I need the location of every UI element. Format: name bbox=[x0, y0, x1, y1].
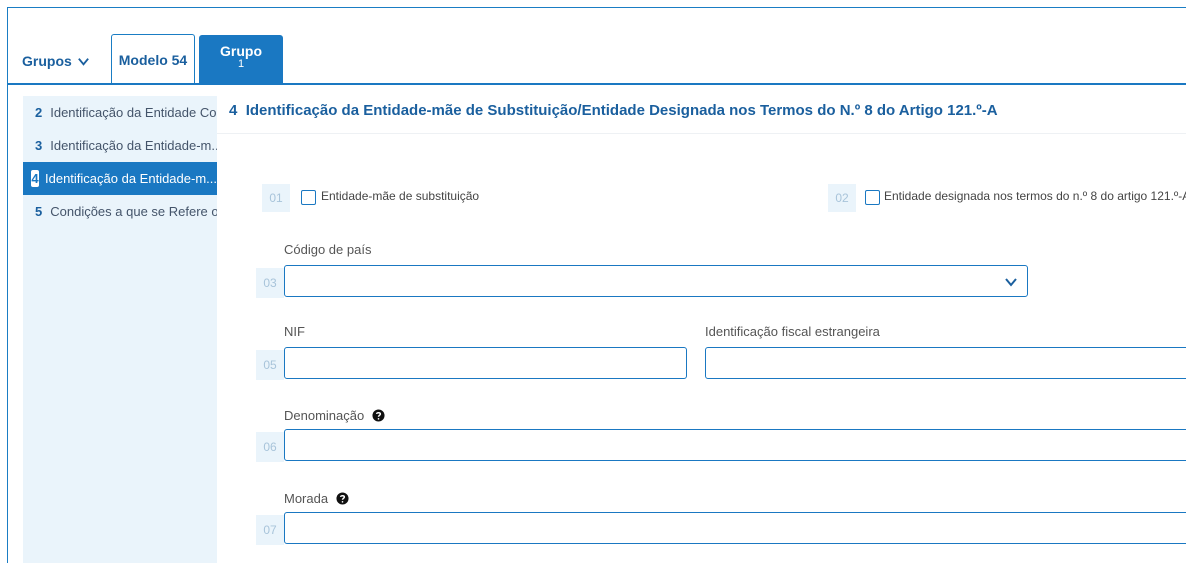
sidebar-item-5[interactable]: 5 Condições a que se Refere o... bbox=[23, 195, 217, 228]
tab-modelo-54[interactable]: Modelo 54 bbox=[111, 34, 195, 84]
row-number-06: 06 bbox=[256, 432, 284, 462]
codigo-pais-select[interactable] bbox=[284, 265, 1028, 297]
tab-grupo-label: Grupo bbox=[220, 43, 262, 59]
denominacao-input[interactable] bbox=[284, 429, 1186, 461]
entidade-designada-checkbox[interactable] bbox=[865, 190, 880, 205]
sidebar-item-label: Condições a que se Refere o... bbox=[50, 204, 217, 219]
sidebar-item-4[interactable]: 4 Identificação da Entidade-m... bbox=[23, 162, 217, 195]
foreign-id-label: Identificação fiscal estrangeira bbox=[705, 324, 880, 339]
sidebar-item-number: 2 bbox=[35, 105, 43, 120]
nif-input[interactable] bbox=[284, 347, 687, 379]
nif-label-text: NIF bbox=[284, 324, 305, 339]
row-number-03: 03 bbox=[256, 268, 284, 298]
chevron-down-icon bbox=[1005, 278, 1017, 287]
foreign-id-input[interactable] bbox=[705, 347, 1186, 379]
app-frame: Grupos Modelo 54 Grupo 1 2 Identificação… bbox=[7, 7, 1186, 563]
sidebar: 2 Identificação da Entidade Co... 3 Iden… bbox=[23, 96, 217, 563]
sidebar-item-label: Identificação da Entidade Co... bbox=[50, 105, 217, 120]
tab-grupo-1[interactable]: Grupo 1 bbox=[199, 35, 283, 84]
row-number-05: 05 bbox=[256, 350, 284, 380]
row-number-02: 02 bbox=[828, 184, 856, 212]
tab-grupo-number: 1 bbox=[237, 58, 245, 70]
codigo-pais-label: Código de país bbox=[284, 242, 371, 257]
row-number-07: 07 bbox=[256, 515, 284, 545]
heading-divider bbox=[217, 133, 1186, 134]
morada-label: Morada bbox=[284, 491, 349, 506]
nif-label: NIF bbox=[284, 324, 305, 339]
question-circle-icon[interactable] bbox=[336, 492, 349, 505]
codigo-pais-label-text: Código de país bbox=[284, 242, 372, 257]
sidebar-item-2[interactable]: 2 Identificação da Entidade Co... bbox=[23, 96, 217, 129]
row-number-01: 01 bbox=[262, 184, 290, 212]
sidebar-item-number: 3 bbox=[35, 138, 43, 153]
question-circle-icon[interactable] bbox=[372, 409, 385, 422]
tab-grupos-label: Grupos bbox=[22, 53, 72, 69]
tab-bar: Grupos Modelo 54 Grupo 1 bbox=[8, 8, 1186, 85]
section-title: 4 Identificação da Entidade-mãe de Subst… bbox=[229, 102, 998, 119]
morada-label-text: Morada bbox=[284, 491, 329, 506]
denominacao-label-text: Denominação bbox=[284, 408, 365, 423]
section-number: 4 bbox=[229, 102, 238, 119]
foreign-id-label-text: Identificação fiscal estrangeira bbox=[705, 324, 880, 339]
sidebar-item-number: 5 bbox=[35, 204, 43, 219]
chevron-down-icon bbox=[77, 57, 89, 66]
tab-underline bbox=[8, 83, 1186, 85]
sidebar-item-3[interactable]: 3 Identificação da Entidade-m... bbox=[23, 129, 217, 162]
entidade-designada-label: Entidade designada nos termos do n.º 8 d… bbox=[884, 189, 1186, 203]
morada-input[interactable] bbox=[284, 512, 1186, 544]
sidebar-item-number: 4 bbox=[31, 170, 39, 187]
tab-grupos[interactable]: Grupos bbox=[22, 50, 90, 72]
sidebar-item-label: Identificação da Entidade-m... bbox=[45, 171, 217, 186]
section-title-text: Identificação da Entidade-mãe de Substit… bbox=[245, 102, 998, 119]
tab-modelo-label: Modelo 54 bbox=[118, 51, 188, 68]
sidebar-item-label: Identificação da Entidade-m... bbox=[50, 138, 217, 153]
denominacao-label: Denominação bbox=[284, 408, 385, 423]
entidade-mae-checkbox[interactable] bbox=[301, 190, 316, 205]
entidade-mae-label: Entidade-mãe de substituição bbox=[321, 189, 480, 203]
